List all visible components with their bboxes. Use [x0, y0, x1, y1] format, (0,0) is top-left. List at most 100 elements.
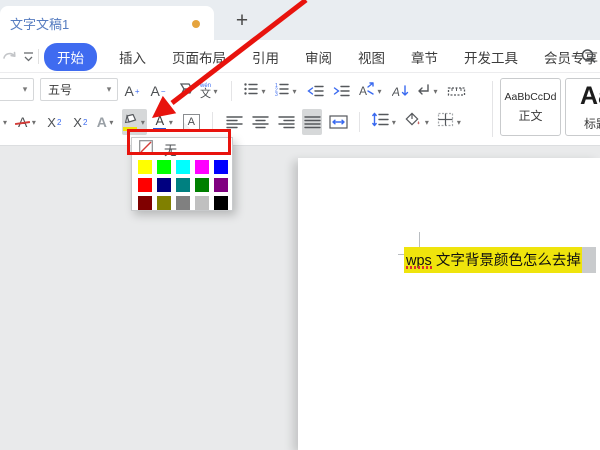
pinyin-guide-button[interactable]: wén 文 ▾: [200, 78, 220, 104]
superscript-button[interactable]: X2: [44, 109, 64, 135]
customize-toolbar-icon[interactable]: [22, 50, 35, 68]
char-shading-icon: A: [183, 114, 200, 131]
chevron-down-icon[interactable]: ▾: [375, 87, 384, 96]
increase-font-size-button[interactable]: A+: [122, 78, 142, 104]
divider: [492, 81, 493, 137]
color-swatch[interactable]: [176, 178, 190, 192]
document-text-line[interactable]: wps 文字背景颜色怎么去掉: [404, 247, 596, 273]
chevron-down-icon[interactable]: ▾: [290, 87, 299, 96]
divider: [231, 81, 232, 101]
subscript-button[interactable]: X2: [70, 109, 90, 135]
decrease-indent-icon: [307, 83, 324, 99]
tab-insert[interactable]: 插入: [106, 40, 159, 73]
chevron-down-icon[interactable]: ▾: [422, 118, 431, 127]
wps-writer-window: 文字文稿1 + 开始 插入 页面布局 引用 审阅 视图 章节 开发工具 会员专享: [0, 0, 600, 450]
align-left-icon: [226, 115, 243, 129]
text-tool-button[interactable]: A ▾: [357, 78, 384, 104]
numbered-list-button[interactable]: 123 ▾: [274, 78, 299, 104]
chevron-down-icon[interactable]: ▾: [431, 87, 440, 96]
color-swatch[interactable]: [195, 160, 209, 174]
return-arrow-icon: [416, 81, 431, 102]
ruler-icon: [447, 83, 466, 99]
chevron-down-icon[interactable]: ▾: [29, 118, 38, 127]
toolbar-row-font: ▾ 五号 ▾ A+ A− wé: [0, 76, 500, 106]
selected-paragraph-mark: [582, 247, 596, 273]
color-swatch[interactable]: [214, 178, 228, 192]
chevron-down-icon[interactable]: ▾: [259, 87, 268, 96]
paint-bucket-icon: [404, 112, 422, 132]
divider: [38, 49, 39, 64]
shading-button[interactable]: ▾: [404, 109, 431, 135]
color-swatch[interactable]: [138, 196, 152, 210]
align-right-icon: [278, 115, 295, 129]
borders-button[interactable]: ▾: [437, 109, 463, 135]
tab-references[interactable]: 引用: [239, 40, 292, 73]
tab-section[interactable]: 章节: [398, 40, 451, 73]
tab-developer[interactable]: 开发工具: [451, 40, 531, 73]
ribbon-tabs: 开始 插入 页面布局 引用 审阅 视图 章节 开发工具 会员专享: [44, 40, 600, 73]
chevron-down-icon[interactable]: ▾: [166, 118, 175, 127]
decrease-indent-button[interactable]: [305, 78, 325, 104]
wrap-break-button[interactable]: ▾: [416, 78, 440, 104]
bullet-list-icon: [243, 81, 259, 102]
style-name: 正文: [518, 107, 542, 124]
eraser-icon: [174, 81, 194, 102]
tab-review[interactable]: 审阅: [292, 40, 345, 73]
char-scale-button[interactable]: [446, 78, 466, 104]
align-right-button[interactable]: [276, 109, 296, 135]
tab-view[interactable]: 视图: [345, 40, 398, 73]
clear-format-button[interactable]: [174, 78, 194, 104]
spellcheck-squiggle: [406, 266, 433, 269]
highlighted-text[interactable]: wps 文字背景颜色怎么去掉: [404, 247, 582, 273]
distribute-button[interactable]: [328, 109, 348, 135]
color-swatch[interactable]: [176, 196, 190, 210]
text-effects-icon: A: [97, 114, 107, 130]
svg-text:3: 3: [275, 92, 278, 97]
line-spacing-icon: [371, 112, 389, 132]
svg-text:A: A: [392, 85, 400, 99]
align-center-button[interactable]: [250, 109, 270, 135]
chevron-down-icon[interactable]: ▾: [138, 118, 147, 127]
color-swatch[interactable]: [138, 160, 152, 174]
numbered-list-icon: 123: [274, 81, 290, 102]
borders-icon: [437, 112, 454, 132]
chevron-down-icon[interactable]: ▾: [454, 118, 463, 127]
line-spacing-button[interactable]: ▾: [371, 109, 398, 135]
text-direction-icon: A: [392, 83, 409, 99]
justify-button[interactable]: [302, 109, 322, 135]
decrease-font-size-button[interactable]: A−: [148, 78, 168, 104]
text-effects-button[interactable]: A ▾: [96, 109, 116, 135]
chevron-down-icon[interactable]: ▾: [101, 84, 117, 95]
document-page[interactable]: wps 文字背景颜色怎么去掉: [298, 158, 600, 450]
annotation-rectangle: [127, 129, 231, 155]
strikethrough-button[interactable]: A ▾: [16, 109, 38, 135]
text-direction-button[interactable]: A: [390, 78, 410, 104]
chevron-down-icon[interactable]: ▾: [107, 118, 116, 127]
search-icon[interactable]: [580, 48, 597, 70]
redo-icon[interactable]: [2, 48, 18, 69]
color-swatch[interactable]: [195, 196, 209, 210]
chevron-down-icon[interactable]: ▾: [17, 84, 33, 95]
font-size-combo[interactable]: 五号 ▾: [40, 78, 118, 101]
color-swatch[interactable]: [176, 160, 190, 174]
divider: [359, 112, 360, 132]
tab-home[interactable]: 开始: [44, 40, 97, 73]
color-swatch[interactable]: [195, 178, 209, 192]
font-name-combo[interactable]: ▾: [0, 78, 34, 101]
style-item-heading[interactable]: Aa 标题: [565, 78, 600, 136]
color-swatch[interactable]: [157, 160, 171, 174]
color-swatch[interactable]: [214, 160, 228, 174]
color-swatch[interactable]: [157, 178, 171, 192]
style-item-body[interactable]: AaBbCcDd 正文: [500, 78, 561, 136]
bullet-list-button[interactable]: ▾: [243, 78, 268, 104]
new-tab-button[interactable]: +: [228, 8, 256, 34]
document-tab[interactable]: 文字文稿1: [0, 6, 214, 40]
underline-dropdown[interactable]: ▾: [0, 109, 10, 135]
increase-indent-button[interactable]: [331, 78, 351, 104]
color-swatch[interactable]: [157, 196, 171, 210]
chevron-down-icon[interactable]: ▾: [389, 118, 398, 127]
chevron-down-icon[interactable]: ▾: [211, 87, 220, 96]
color-swatch[interactable]: [214, 196, 228, 210]
color-swatch[interactable]: [138, 178, 152, 192]
tab-page-layout[interactable]: 页面布局: [159, 40, 239, 73]
